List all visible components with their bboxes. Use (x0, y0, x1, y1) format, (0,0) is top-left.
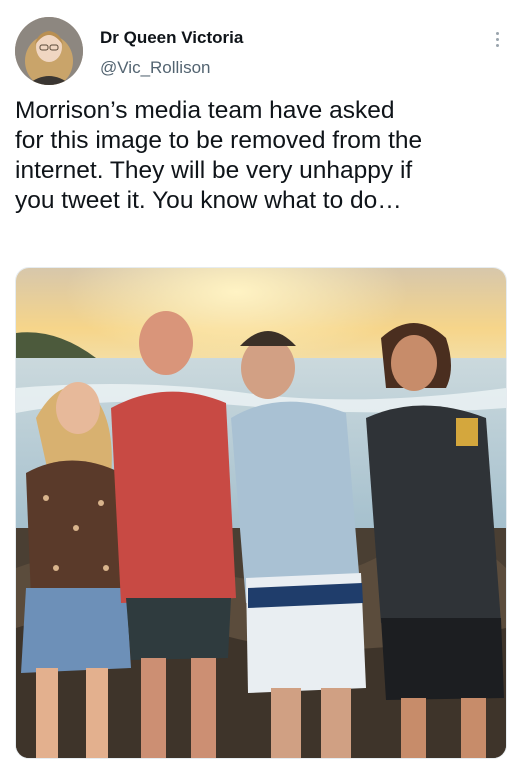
tweet-media-photo[interactable] (15, 267, 507, 759)
more-vertical-icon[interactable] (488, 28, 506, 50)
avatar-image (15, 17, 83, 85)
tweet[interactable]: Dr Queen Victoria @Vic_Rollison Morrison… (0, 0, 520, 770)
tweet-text: Morrison’s media team have asked for thi… (15, 97, 423, 214)
avatar[interactable] (15, 17, 83, 85)
author-handle[interactable]: @Vic_Rollison (100, 58, 211, 78)
author-display-name[interactable]: Dr Queen Victoria (100, 28, 243, 48)
photo-image (16, 268, 506, 758)
